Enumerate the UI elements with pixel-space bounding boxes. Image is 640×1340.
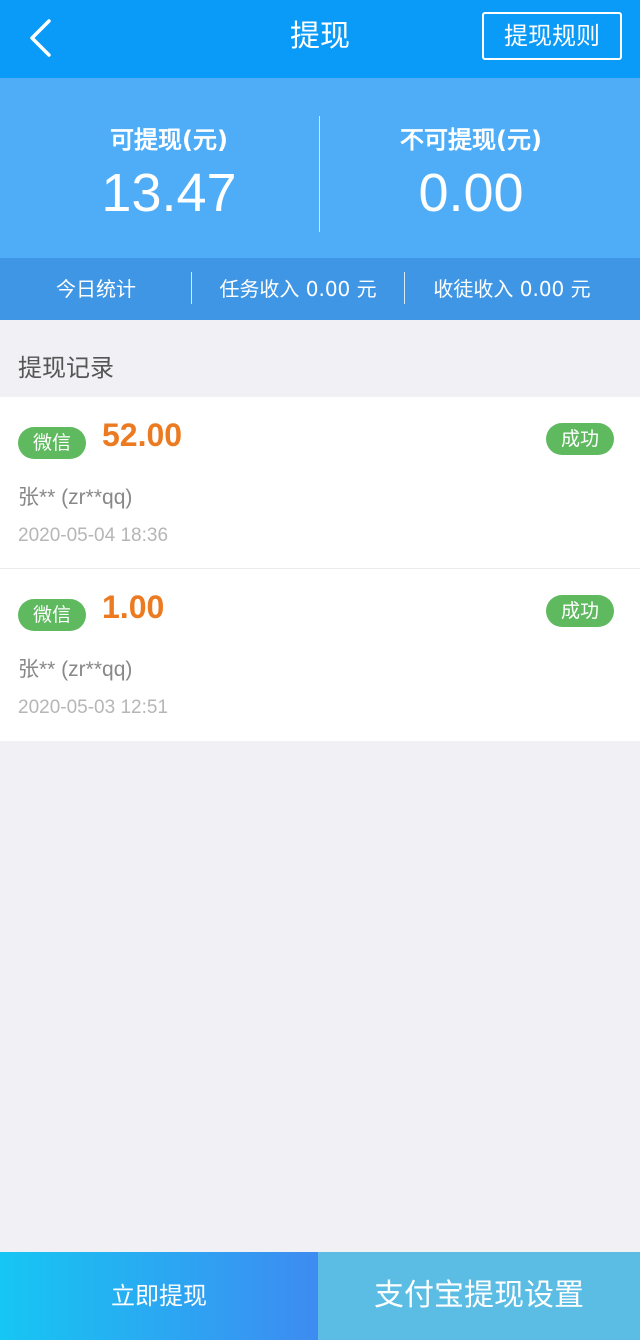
unavailable-value: 0.00 [418, 163, 524, 223]
unavailable-label: 不可提现(元) [400, 126, 542, 154]
alipay-settings-button[interactable]: 支付宝提现设置 [318, 1252, 640, 1340]
status-badge: 成功 [546, 595, 614, 627]
unavailable-balance: 不可提现(元) 0.00 [316, 78, 626, 258]
task-income: 任务收入 0.00 元 [219, 277, 377, 301]
stats-bar: 今日统计 任务收入 0.00 元 收徒收入 0.00 元 [0, 258, 640, 320]
available-value: 13.47 [101, 163, 237, 223]
status-badge: 成功 [546, 423, 614, 455]
method-badge: 微信 [18, 599, 86, 631]
records-section-title: 提现记录 [18, 354, 114, 382]
available-balance: 可提现(元) 13.47 [14, 78, 324, 258]
method-badge: 微信 [18, 427, 86, 459]
record-account: 张** (zr**qq) [18, 658, 133, 681]
record-item[interactable]: 微信 1.00 成功 张** (zr**qq) 2020-05-03 12:51 [0, 569, 640, 741]
available-label: 可提现(元) [110, 126, 228, 154]
record-time: 2020-05-03 12:51 [18, 697, 169, 718]
record-time: 2020-05-04 18:36 [18, 525, 169, 546]
header-bar: 提现 提现规则 [0, 0, 640, 78]
record-item[interactable]: 微信 52.00 成功 张** (zr**qq) 2020-05-04 18:3… [0, 397, 640, 569]
record-account: 张** (zr**qq) [18, 486, 133, 509]
bottom-action-bar: 立即提现 支付宝提现设置 [0, 1252, 640, 1340]
withdraw-now-button[interactable]: 立即提现 [0, 1252, 318, 1340]
record-amount: 1.00 [102, 589, 165, 625]
withdraw-screen: 提现 提现规则 可提现(元) 13.47 不可提现(元) 0.00 今日统计 任… [0, 0, 640, 1340]
balance-panel: 可提现(元) 13.47 不可提现(元) 0.00 [0, 78, 640, 258]
today-stats-label: 今日统计 [56, 277, 136, 301]
record-amount: 52.00 [102, 417, 183, 453]
withdraw-records-list: 微信 52.00 成功 张** (zr**qq) 2020-05-04 18:3… [0, 397, 640, 741]
apprentice-income: 收徒收入 0.00 元 [433, 277, 591, 301]
withdraw-rules-button[interactable]: 提现规则 [482, 12, 622, 60]
